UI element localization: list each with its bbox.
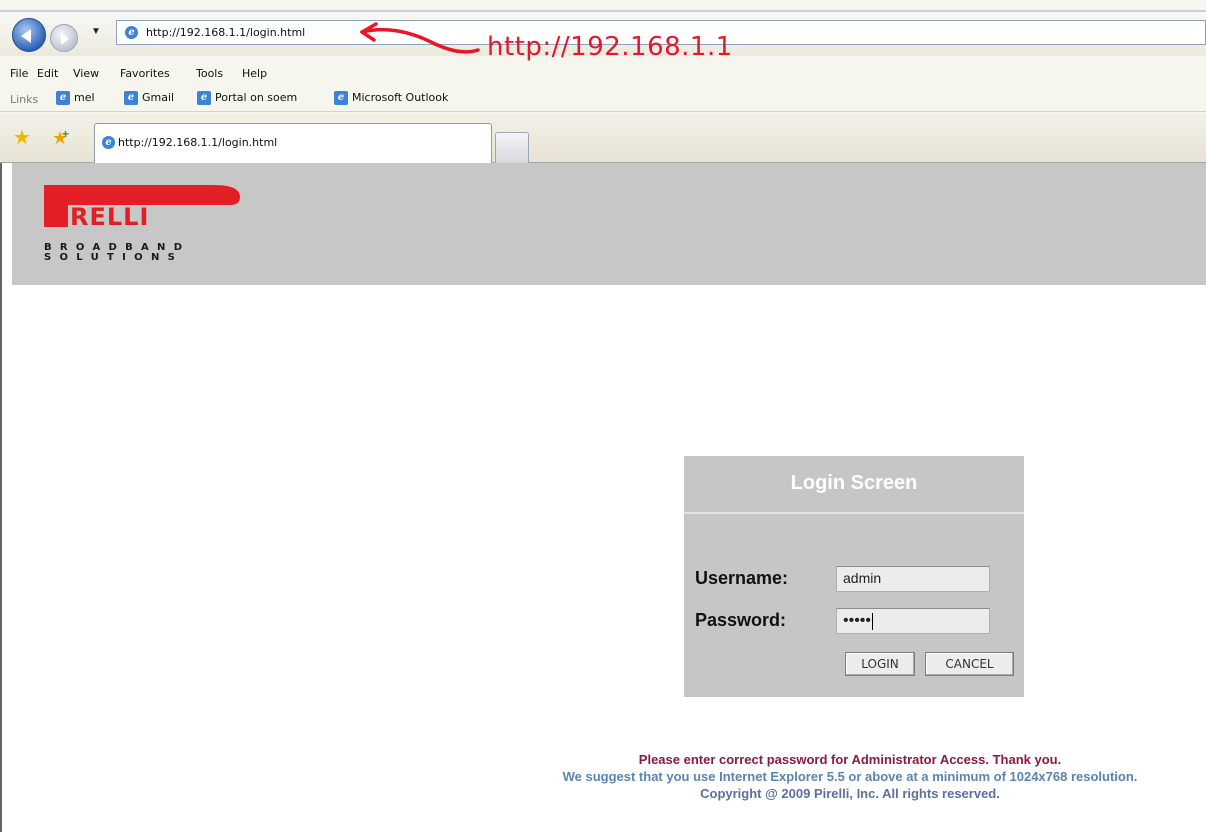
link-portal[interactable]: e Portal on soem xyxy=(197,91,297,109)
footer: Please enter correct password for Admini… xyxy=(492,752,1206,802)
link-label: Microsoft Outlook xyxy=(352,91,449,104)
login-panel: Login Screen Username: admin Password: •… xyxy=(684,456,1024,697)
new-tab-button[interactable] xyxy=(495,132,529,163)
menu-help[interactable]: Help xyxy=(242,67,267,80)
menu-favorites[interactable]: Favorites xyxy=(120,67,170,80)
ie-link-icon: e xyxy=(124,91,138,105)
logo-subtitle: BROADBAND SOLUTIONS xyxy=(44,243,190,263)
forward-button[interactable] xyxy=(50,24,78,52)
link-label: mel xyxy=(74,91,95,104)
ie-tab-icon: e xyxy=(102,136,115,149)
ie-page-icon: e xyxy=(125,26,138,39)
add-favorites-icon[interactable]: ★ xyxy=(52,124,69,148)
username-value: admin xyxy=(843,570,882,586)
links-label: Links xyxy=(10,93,39,106)
ie-link-icon: e xyxy=(56,91,70,105)
link-label: Portal on soem xyxy=(215,91,298,104)
footer-browser-suggestion: We suggest that you use Internet Explore… xyxy=(562,769,1138,784)
page-content: RELLI BROADBAND SOLUTIONS Login Screen U… xyxy=(0,163,1206,832)
text-caret xyxy=(872,612,874,630)
link-mel[interactable]: e mel xyxy=(56,91,95,109)
annotation-arrow-icon xyxy=(360,22,480,54)
ie-link-icon: e xyxy=(334,91,348,105)
password-value: ••••• xyxy=(843,612,872,629)
header-band: RELLI BROADBAND SOLUTIONS xyxy=(12,163,1206,285)
recent-pages-dropdown-icon[interactable]: ▼ xyxy=(91,26,101,37)
password-input[interactable]: ••••• xyxy=(836,608,990,634)
favorites-star-icon[interactable]: ★ xyxy=(13,128,31,148)
link-outlook[interactable]: e Microsoft Outlook xyxy=(334,91,448,109)
username-input[interactable]: admin xyxy=(836,566,990,592)
url-annotation: http://192.168.1.1 xyxy=(487,32,733,62)
menu-bar: File Edit View Favorites Tools Help xyxy=(0,64,1206,86)
username-label: Username: xyxy=(695,568,789,588)
svg-text:RELLI: RELLI xyxy=(70,203,149,227)
browser-chrome: ▼ e http://192.168.1.1/login.html http:/… xyxy=(0,0,1206,163)
login-button[interactable]: LOGIN xyxy=(845,652,915,676)
footer-password-notice: Please enter correct password for Admini… xyxy=(638,752,1062,767)
address-url[interactable]: http://192.168.1.1/login.html xyxy=(146,26,305,39)
menu-view[interactable]: View xyxy=(73,67,99,80)
back-button[interactable] xyxy=(12,18,46,52)
menu-edit[interactable]: Edit xyxy=(37,67,58,80)
cancel-button[interactable]: CANCEL xyxy=(925,652,1014,676)
menu-file[interactable]: File xyxy=(10,67,28,80)
login-title: Login Screen xyxy=(684,456,1024,514)
tab-login[interactable]: e http://192.168.1.1/login.html xyxy=(94,123,492,163)
link-label: Gmail xyxy=(142,91,175,104)
pirelli-logo: RELLI BROADBAND SOLUTIONS xyxy=(44,185,254,275)
tab-title: http://192.168.1.1/login.html xyxy=(118,136,278,149)
logo-subtitle-line2: SOLUTIONS xyxy=(44,252,184,263)
menu-tools[interactable]: Tools xyxy=(196,67,223,80)
password-label: Password: xyxy=(695,610,787,630)
footer-copyright: Copyright @ 2009 Pirelli, Inc. All right… xyxy=(700,786,1000,801)
tab-bar: ★ ★ e http://192.168.1.1/login.html xyxy=(0,114,1206,163)
link-gmail[interactable]: e Gmail xyxy=(124,91,174,109)
links-toolbar: Links e mel e Gmail e Portal on soem e Micro… xyxy=(0,88,1206,112)
pirelli-wordmark: RELLI xyxy=(44,185,240,227)
ie-link-icon: e xyxy=(197,91,211,105)
